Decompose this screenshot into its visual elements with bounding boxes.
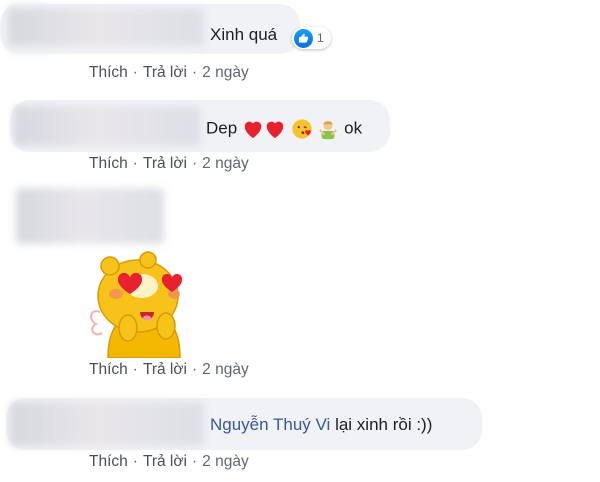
timestamp[interactable]: 2 ngày <box>202 453 249 470</box>
reply-link[interactable]: Trả lời <box>143 155 187 172</box>
commenter-name-blurred[interactable] <box>8 8 204 46</box>
commenter-name-blurred[interactable] <box>10 402 204 446</box>
red-heart-icon <box>266 121 284 139</box>
like-link[interactable]: Thích <box>89 64 128 81</box>
red-heart-icon <box>244 121 262 139</box>
reply-link[interactable]: Trả lời <box>143 361 187 378</box>
comment-text-prefix: Dep <box>206 118 238 138</box>
comment-text-suffix: ok <box>344 118 363 138</box>
mention-link[interactable]: Nguyễn Thuý Vi <box>210 415 330 434</box>
timestamp[interactable]: 2 ngày <box>202 361 249 378</box>
comment-text: Nguyễn Thuý Vi lại xinh rồi :)) <box>210 415 432 435</box>
comment-actions: Thích · Trả lời · 2 ngày <box>89 361 249 378</box>
person-gesturing-icon <box>319 120 338 140</box>
like-link[interactable]: Thích <box>89 361 128 378</box>
reply-link[interactable]: Trả lời <box>143 64 187 81</box>
reply-link[interactable]: Trả lời <box>143 453 187 470</box>
timestamp[interactable]: 2 ngày <box>202 155 249 172</box>
reaction-count: 1 <box>317 31 324 45</box>
comment-actions: Thích · Trả lời · 2 ngày <box>89 155 249 172</box>
reaction-badge[interactable]: 1 <box>292 27 331 49</box>
comment-actions: Thích · Trả lời · 2 ngày <box>89 64 249 81</box>
comment-text: Xinh quá <box>210 25 278 44</box>
like-link[interactable]: Thích <box>89 453 128 470</box>
face-blowing-kiss-icon <box>292 119 312 139</box>
like-link[interactable]: Thích <box>89 155 128 172</box>
yellow-bear-heart-eyes-sticker <box>90 251 183 358</box>
comment-text-body: lại xinh rồi :)) <box>330 415 433 434</box>
comment-text: Dep ok <box>206 118 362 140</box>
commenter-name-blurred[interactable] <box>16 188 164 244</box>
comment-actions: Thích · Trả lời · 2 ngày <box>89 453 249 470</box>
commenter-name-blurred[interactable] <box>14 106 200 146</box>
timestamp[interactable]: 2 ngày <box>202 64 249 81</box>
like-icon <box>294 28 313 48</box>
